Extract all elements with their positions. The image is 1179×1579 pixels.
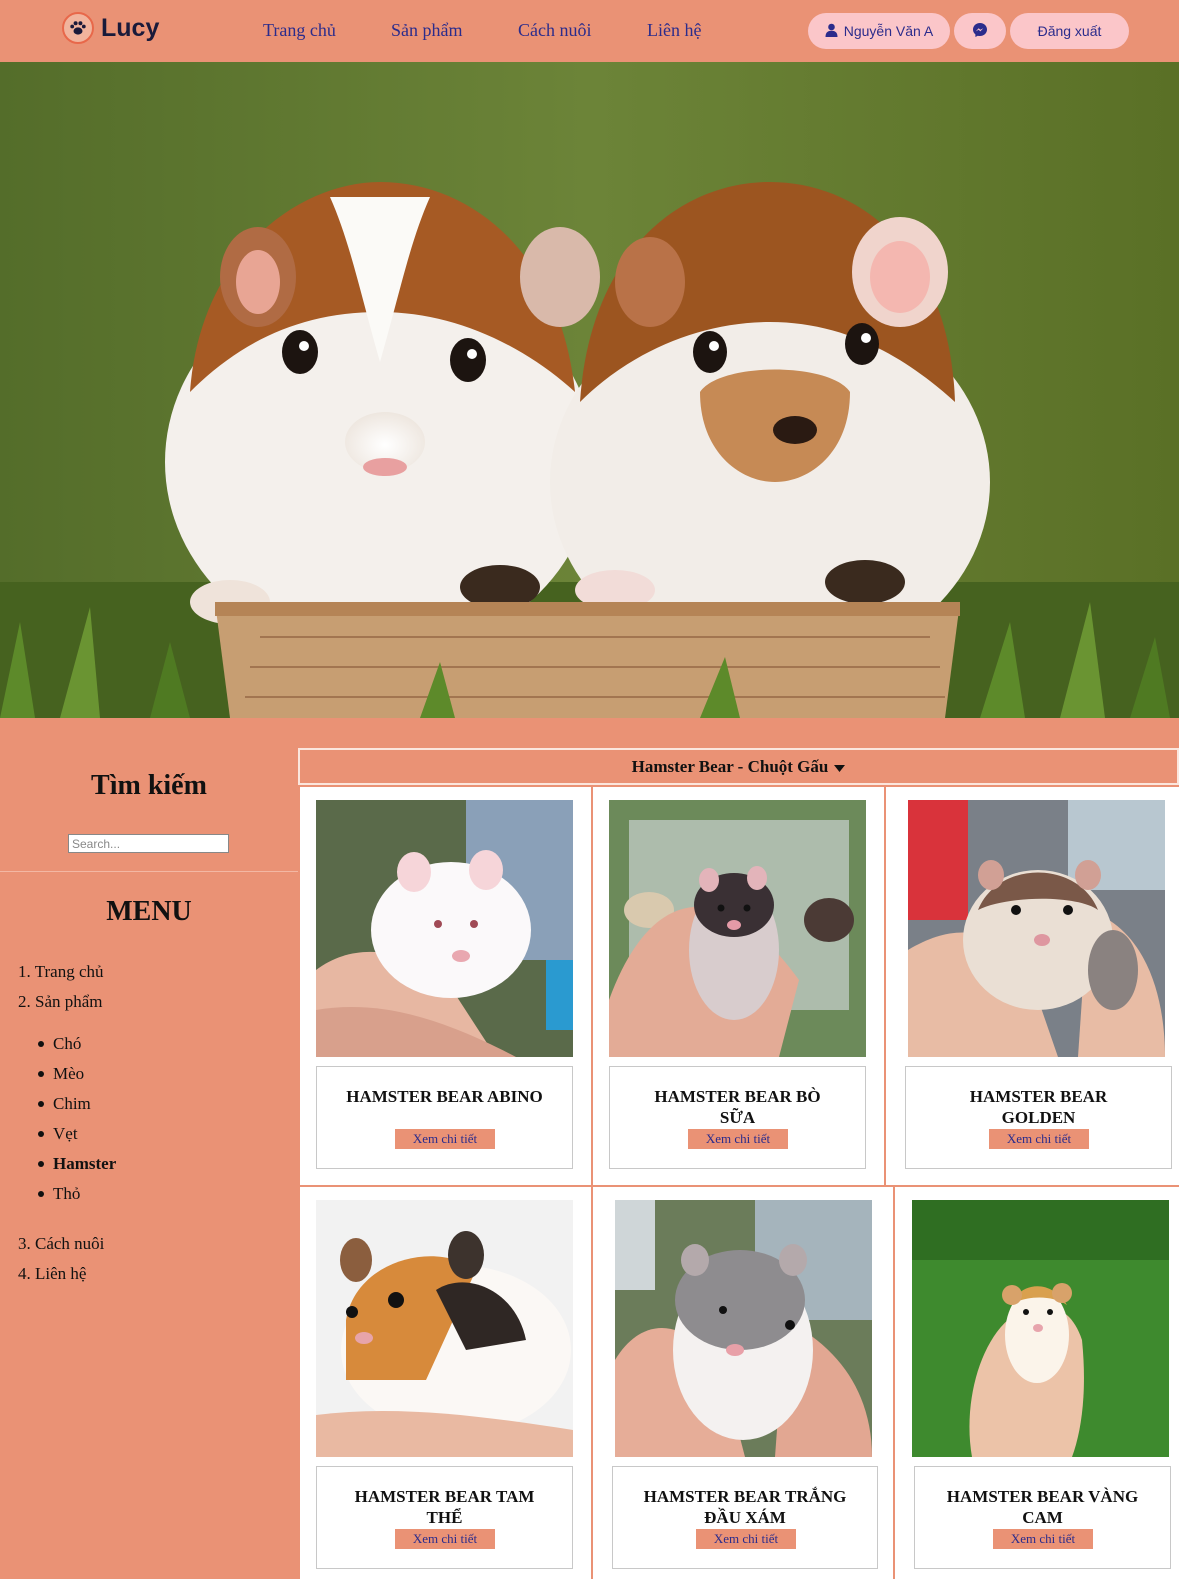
category-label: Hamster Bear - Chuột Gấu: [631, 756, 829, 776]
bullet: [38, 1131, 44, 1137]
bullet: [38, 1101, 44, 1107]
view-detail-button[interactable]: Xem chi tiết: [395, 1129, 495, 1149]
product-name: HAMSTER BEAR ABINO: [346, 1087, 543, 1106]
bullet: [38, 1161, 44, 1167]
product-name: HAMSTER BEAR VÀNG CAM: [946, 1487, 1139, 1527]
product-card: HAMSTER BEAR TAM THỂ Xem chi tiết: [300, 1187, 591, 1579]
user-account-button[interactable]: Nguyễn Văn A: [808, 13, 950, 49]
menu-title: MENU: [106, 896, 192, 927]
product-image[interactable]: [316, 1200, 573, 1457]
nav-link-products[interactable]: Sản phẩm: [391, 20, 463, 41]
product-info: HAMSTER BEAR GOLDEN Xem chi tiết: [905, 1066, 1172, 1169]
menu-label: Sản phẩm: [35, 992, 103, 1011]
product-card: HAMSTER BEAR BÒ SỮA Xem chi tiết: [593, 787, 884, 1185]
product-info: HAMSTER BEAR TRẮNG ĐẦU XÁM Xem chi tiết: [612, 1466, 878, 1569]
view-detail-button[interactable]: Xem chi tiết: [696, 1529, 796, 1549]
product-name: HAMSTER BEAR GOLDEN: [969, 1087, 1108, 1127]
product-info: HAMSTER BEAR TAM THỂ Xem chi tiết: [316, 1466, 573, 1569]
menu-subitem-vet[interactable]: Vẹt: [53, 1124, 78, 1144]
menu-item-care[interactable]: 3. Cách nuôi: [18, 1234, 104, 1254]
top-navbar: Lucy Trang chủ Sản phẩm Cách nuôi Liên h…: [0, 0, 1179, 62]
menu-item-contact[interactable]: 4. Liên hệ: [18, 1264, 86, 1284]
paw-icon: [62, 12, 94, 44]
product-name: HAMSTER BEAR TAM THỂ: [354, 1487, 535, 1527]
menu-number: 2.: [18, 992, 31, 1011]
view-detail-button[interactable]: Xem chi tiết: [993, 1529, 1093, 1549]
search-input[interactable]: [68, 834, 229, 853]
messenger-button[interactable]: [954, 13, 1006, 49]
product-image[interactable]: [912, 1200, 1169, 1457]
view-detail-button[interactable]: Xem chi tiết: [395, 1529, 495, 1549]
product-name: HAMSTER BEAR TRẮNG ĐẦU XÁM: [643, 1487, 847, 1527]
menu-subitem-tho[interactable]: Thỏ: [53, 1184, 80, 1204]
product-image[interactable]: [615, 1200, 872, 1457]
menu-item-home[interactable]: 1. Trang chủ: [18, 962, 104, 982]
menu-label: Cách nuôi: [35, 1234, 105, 1253]
bullet: [38, 1191, 44, 1197]
caret-down-icon: [834, 757, 846, 777]
product-card: HAMSTER BEAR ABINO Xem chi tiết: [300, 787, 591, 1185]
sidebar-divider: [0, 871, 298, 872]
logout-button[interactable]: Đăng xuất: [1010, 13, 1129, 49]
product-card: HAMSTER BEAR GOLDEN Xem chi tiết: [886, 787, 1179, 1185]
menu-subitem-meo[interactable]: Mèo: [53, 1064, 84, 1084]
view-detail-button[interactable]: Xem chi tiết: [688, 1129, 788, 1149]
menu-subitem-hamster-active[interactable]: Hamster: [53, 1154, 116, 1174]
product-name: HAMSTER BEAR BÒ SỮA: [654, 1087, 821, 1127]
bullet: [38, 1071, 44, 1077]
product-image[interactable]: [908, 800, 1165, 1057]
menu-subitem-cho[interactable]: Chó: [53, 1034, 81, 1054]
brand-name: Lucy: [101, 13, 160, 42]
product-card: HAMSTER BEAR TRẮNG ĐẦU XÁM Xem chi tiết: [593, 1187, 893, 1579]
menu-number: 4.: [18, 1264, 31, 1283]
bullet: [38, 1041, 44, 1047]
product-section: Hamster Bear - Chuột Gấu HAMSTER BEAR AB…: [298, 748, 1179, 1579]
hero-banner-image: [0, 62, 1179, 718]
product-info: HAMSTER BEAR BÒ SỮA Xem chi tiết: [609, 1066, 866, 1169]
messenger-icon: [972, 22, 988, 41]
view-detail-button[interactable]: Xem chi tiết: [989, 1129, 1089, 1149]
category-dropdown[interactable]: Hamster Bear - Chuột Gấu: [298, 748, 1179, 785]
menu-number: 1.: [18, 962, 31, 981]
search-title: Tìm kiếm: [91, 770, 207, 801]
menu-label: Liên hệ: [35, 1264, 87, 1283]
product-info: HAMSTER BEAR VÀNG CAM Xem chi tiết: [914, 1466, 1171, 1569]
product-image[interactable]: [609, 800, 866, 1057]
nav-link-care[interactable]: Cách nuôi: [518, 20, 592, 41]
menu-subitem-chim[interactable]: Chim: [53, 1094, 91, 1114]
logout-label: Đăng xuất: [1037, 23, 1102, 39]
nav-link-contact[interactable]: Liên hệ: [647, 20, 701, 41]
menu-number: 3.: [18, 1234, 31, 1253]
brand-logo[interactable]: Lucy: [62, 12, 159, 44]
product-info: HAMSTER BEAR ABINO Xem chi tiết: [316, 1066, 573, 1169]
product-image[interactable]: [316, 800, 573, 1057]
menu-item-products[interactable]: 2. Sản phẩm: [18, 992, 103, 1012]
user-icon: [825, 23, 838, 40]
menu-label: Trang chủ: [34, 962, 104, 981]
nav-link-home[interactable]: Trang chủ: [263, 20, 336, 41]
user-name: Nguyễn Văn A: [843, 23, 934, 39]
product-card: HAMSTER BEAR VÀNG CAM Xem chi tiết: [895, 1187, 1179, 1579]
